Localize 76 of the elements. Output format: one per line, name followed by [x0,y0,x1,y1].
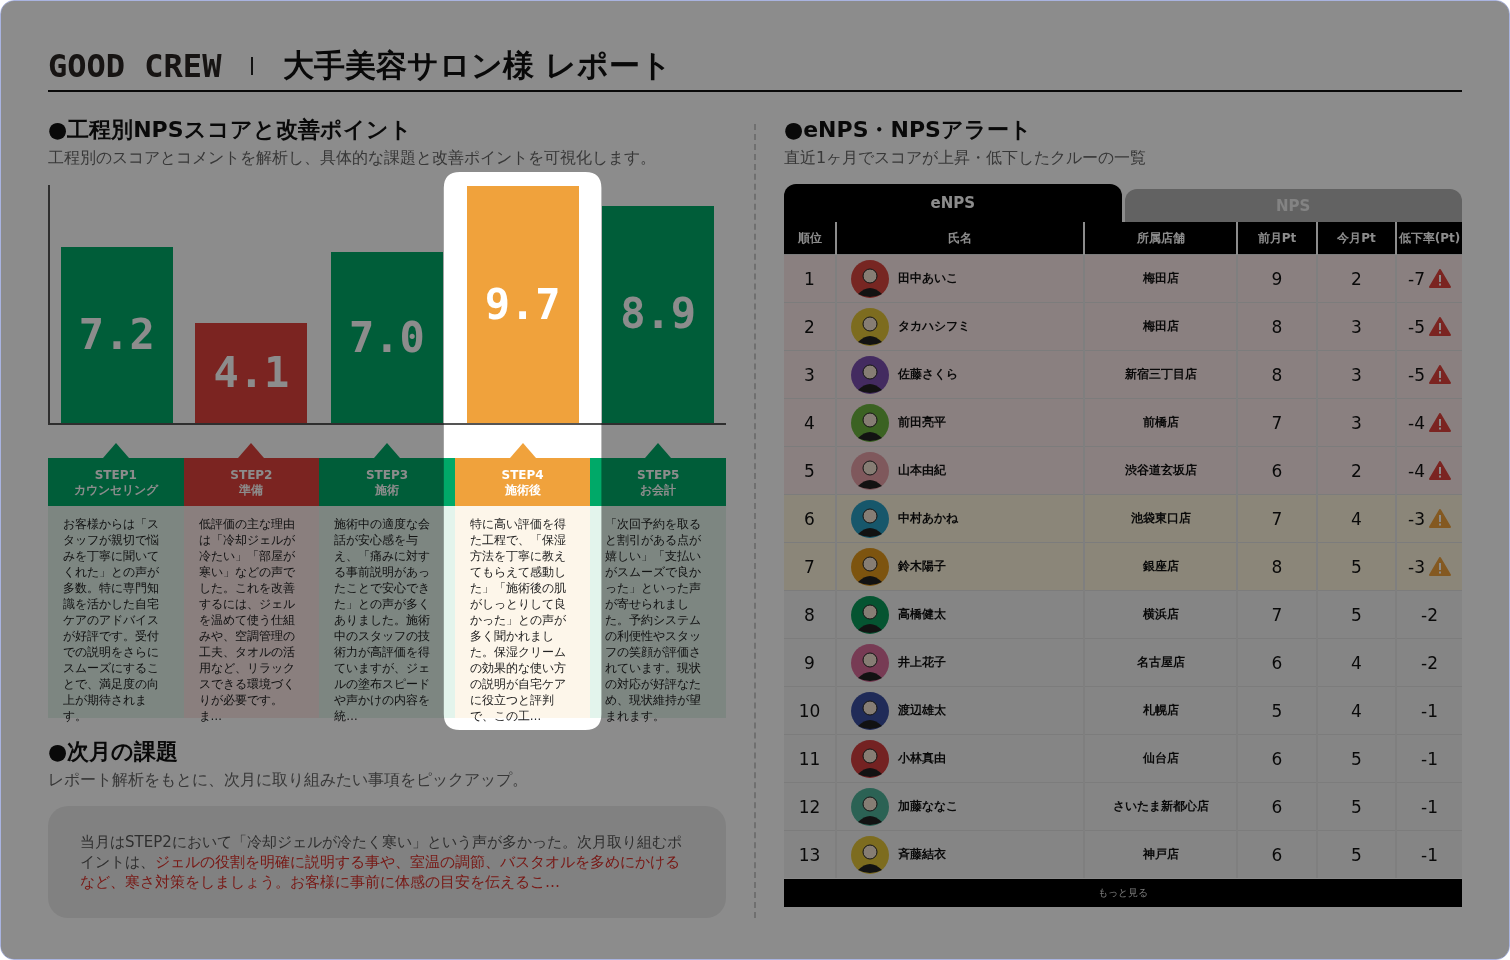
score-label: 7.2 [78,311,155,360]
rank-cell: 2 [784,302,836,351]
decline-value: -4 [1408,460,1425,481]
rank-cell: 6 [784,494,836,543]
section-subtitle: 工程別のスコアとコメントを解析し、具体的な課題と改善ポイントを可視化します。 [48,148,657,168]
report-title: 大手美容サロン様 レポート [283,46,673,85]
rank-cell: 9 [784,638,836,687]
decline-value: -1 [1421,796,1438,817]
comment-text: 施術中の適度な会話が安心感を与え、「痛みに対する事前説明があったことで安心できた」との声が多くありました。施術中のスタッフの技術力が高評価を得ていますが、ジェルの塗布スピードや声かけの内容を統… [334,516,432,724]
decline-value: -5 [1408,364,1425,385]
decline-value: -1 [1421,700,1438,721]
rank-cell: 3 [784,350,836,399]
crew-name: 山本由紀 [898,462,946,479]
crew-name: タカハシフミ [898,318,970,335]
column-header: 順位 [784,222,836,255]
decline-value: -5 [1408,316,1425,337]
decline-value: -1 [1421,844,1438,865]
comment-text: お客様からは「スタッフが親切で悩みを丁寧に聞いてくれた」との声が多数。特に専門知識を活かした自宅ケアのアドバイスが好評です。受付での説明をさらにスムーズにすることで、満足度の向上が期待されます。 [63,516,160,724]
step-label: STEP1 [94,466,137,483]
score-label: 4.1 [213,349,290,397]
rank-cell: 7 [784,542,836,591]
crew-name: 斉藤結衣 [898,846,946,863]
brand-logo: GOOD CREW [48,47,222,85]
rank-cell: 12 [784,782,836,831]
column-header: 今月Pt [1317,222,1396,255]
decline-value: -2 [1421,652,1438,673]
score-label: 9.7 [484,280,561,329]
rank-cell: 5 [784,446,836,495]
section-heading: ●工程別NPSスコアと改善ポイント [48,116,413,144]
crew-name: 鈴木陽子 [898,558,946,575]
decline-value: -3 [1408,508,1425,529]
column-header: 前月Pt [1237,222,1317,255]
comment-text: 特に高い評価を得た工程で、「保湿方法を丁寧に教えてもらえて感動した」「施術後の肌がしっとりして良かった」との声が多く聞かれました。保湿クリームの効果的な使い方の説明が自宅ケアに役立つと評判で、この工… [469,516,567,724]
crew-name: 井上花子 [898,654,946,671]
section-subtitle: 直近1ヶ月でスコアが上昇・低下したクルーの一覧 [784,148,1148,168]
crew-name: 田中あいこ [898,270,958,287]
column-header: 氏名 [836,222,1084,255]
step-label: STEP3 [365,466,409,483]
step-name: カウンセリング [73,482,158,498]
crew-name: 佐藤さくら [898,366,958,383]
note-text: 当月はSTEP2において「冷却ジェルが冷たく寒い」という声が多かった。次月取り組むポイントは、ジェルの役割を明確に説明する事や、室温の調節、バスタオルを多めにかけるなど、寒さ対策をしましょう。お客様に事前に体感の目安を伝えるこ… [80,832,683,892]
column-header: 低下率(Pt) [1396,222,1462,255]
comment-text: 「次回予約を取ると割引がある点が嬉しい」「支払いがスムーズで良かった」といった声が寄せられました。予約システムの利便性やスタッフの笑顔が評価されています。現状の対応が好評なため、現状維持が望まれます。 [605,516,703,724]
section-heading: ●次月の課題 [48,738,180,766]
decline-value: -3 [1408,556,1425,577]
crew-name: 渡辺雄太 [898,702,946,719]
decline-value: -1 [1421,748,1438,769]
section-subtitle: レポート解析をもとに、次月に取り組みたい事項をピックアップ。 [48,770,529,790]
tab[interactable]: eNPS [784,184,1122,222]
decline-value: -4 [1408,412,1425,433]
column-header: 所属店舗 [1084,222,1237,255]
crew-name: 小林真由 [898,750,946,767]
rank-cell: 1 [784,254,836,303]
section-heading: ●eNPS・NPSアラート [784,116,1033,144]
rank-cell: 10 [784,686,836,735]
step-label: STEP2 [230,466,273,483]
crew-name: 高橋健太 [898,606,946,623]
decline-value: -2 [1421,604,1438,625]
decline-value: -7 [1408,268,1425,289]
step-name: 準備 [239,482,264,498]
rank-cell: 4 [784,398,836,447]
rank-cell: 11 [784,734,836,783]
comment-text: 低評価の主な理由は「冷却ジェルが冷たい」「部屋が寒い」などの声でした。これを改善するには、ジェルを温めて使う仕組みや、空調管理の工夫、タオルの活用など、リラックスできる環境づくりが必要です。ま… [198,516,296,724]
step-name: お会計 [640,482,677,498]
score-label: 8.9 [620,290,697,339]
step-label: STEP4 [501,466,544,483]
crew-name: 中村あかね [898,510,958,527]
crew-name: 前田亮平 [898,414,946,431]
more-button[interactable]: もっと見る [784,879,1462,907]
step-label: STEP5 [637,466,680,483]
score-label: 7.0 [349,313,425,362]
step-name: 施術後 [504,482,541,498]
crew-name: 加藤ななこ [898,798,958,815]
rank-cell: 8 [784,590,836,639]
rank-cell: 13 [784,830,836,878]
step-name: 施術 [375,482,399,498]
